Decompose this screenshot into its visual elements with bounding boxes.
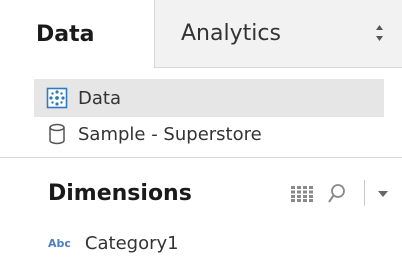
database-cylinder-icon (49, 123, 65, 145)
dimensions-heading: Dimensions (48, 181, 192, 206)
field-item-category1[interactable]: Abc Category1 (48, 228, 179, 258)
tab-analytics-label: Analytics (181, 21, 281, 46)
up-down-arrow-icon[interactable] (375, 24, 384, 42)
side-pane-tabbar: Data Analytics (0, 0, 402, 68)
search-icon[interactable] (327, 183, 347, 205)
tab-data[interactable]: Data (0, 0, 154, 68)
datasource-item-data[interactable]: Data (34, 79, 384, 117)
datasource-label: Sample - Superstore (78, 123, 262, 145)
dropdown-arrow-icon[interactable] (378, 190, 388, 198)
section-divider (0, 157, 402, 158)
field-name: Category1 (84, 232, 179, 254)
grid-view-icon[interactable] (291, 186, 313, 202)
string-type-badge: Abc (48, 236, 71, 250)
datasource-label: Data (78, 87, 121, 109)
datasource-item-sample-superstore[interactable]: Sample - Superstore (34, 115, 384, 153)
toolbar-separator (364, 180, 365, 206)
tab-analytics[interactable]: Analytics (154, 0, 402, 68)
tab-data-label: Data (36, 21, 95, 47)
database-grid-icon (46, 87, 68, 109)
